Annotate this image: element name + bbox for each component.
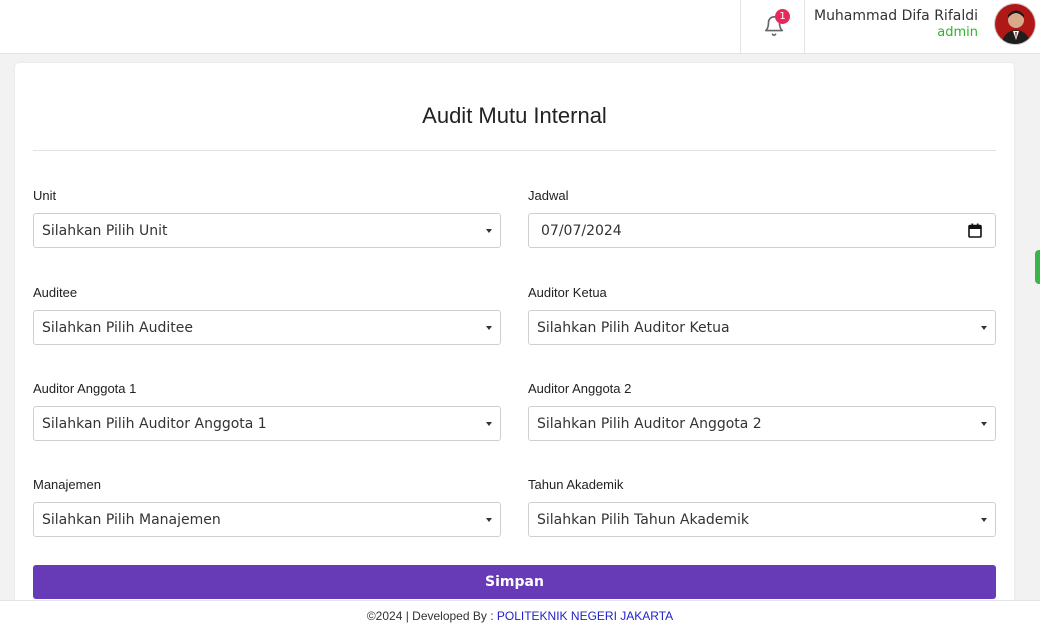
auditee-select[interactable]: Silahkan Pilih Auditee (33, 310, 501, 345)
chevron-down-icon (981, 326, 987, 330)
chevron-down-icon (486, 229, 492, 233)
chevron-down-icon (981, 422, 987, 426)
avatar-image (995, 4, 1035, 44)
chevron-down-icon (981, 518, 987, 522)
user-avatar[interactable] (994, 3, 1036, 45)
auditor-anggota-2-select[interactable]: Silahkan Pilih Auditor Anggota 2 (528, 406, 996, 441)
chevron-down-icon (486, 326, 492, 330)
jadwal-field: Jadwal 07/07/2024 (528, 188, 996, 248)
manajemen-select-value: Silahkan Pilih Manajemen (42, 512, 221, 528)
footer: ©2024 | Developed By : POLITEKNIK NEGERI… (0, 600, 1040, 626)
auditor-ketua-select-value: Silahkan Pilih Auditor Ketua (537, 320, 730, 336)
auditor-anggota-1-field: Auditor Anggota 1 Silahkan Pilih Auditor… (33, 381, 501, 441)
tahun-akademik-label: Tahun Akademik (528, 477, 624, 492)
simpan-button[interactable]: Simpan (33, 565, 996, 599)
user-name[interactable]: Muhammad Difa Rifaldi (814, 8, 978, 24)
title-divider (33, 150, 996, 151)
tahun-akademik-field: Tahun Akademik Silahkan Pilih Tahun Akad… (528, 477, 996, 537)
top-navbar: 1 Muhammad Difa Rifaldi admin (0, 0, 1040, 54)
auditor-ketua-label: Auditor Ketua (528, 285, 607, 300)
manajemen-label: Manajemen (33, 477, 101, 492)
footer-text: ©2024 | Developed By : (366, 609, 497, 623)
unit-select-value: Silahkan Pilih Unit (42, 223, 168, 239)
notification-button[interactable]: 1 (740, 0, 805, 54)
auditor-ketua-field: Auditor Ketua Silahkan Pilih Auditor Ket… (528, 285, 996, 345)
footer-link[interactable]: POLITEKNIK NEGERI JAKARTA (497, 609, 673, 623)
tahun-akademik-select-value: Silahkan Pilih Tahun Akademik (537, 512, 750, 528)
calendar-icon[interactable] (968, 223, 982, 238)
auditor-anggota-2-select-value: Silahkan Pilih Auditor Anggota 2 (537, 416, 762, 432)
manajemen-field: Manajemen Silahkan Pilih Manajemen (33, 477, 501, 537)
notification-badge: 1 (775, 9, 790, 24)
auditor-ketua-select[interactable]: Silahkan Pilih Auditor Ketua (528, 310, 996, 345)
auditor-anggota-1-label: Auditor Anggota 1 (33, 381, 137, 396)
unit-label: Unit (33, 188, 57, 203)
chevron-down-icon (486, 422, 492, 426)
manajemen-select[interactable]: Silahkan Pilih Manajemen (33, 502, 501, 537)
audit-form-card: Audit Mutu Internal Unit Silahkan Pilih … (15, 63, 1014, 626)
user-role: admin (937, 25, 978, 40)
tahun-akademik-select[interactable]: Silahkan Pilih Tahun Akademik (528, 502, 996, 537)
side-tab[interactable] (1035, 250, 1040, 284)
unit-select[interactable]: Silahkan Pilih Unit (33, 213, 501, 248)
auditee-select-value: Silahkan Pilih Auditee (42, 320, 193, 336)
jadwal-date-input[interactable]: 07/07/2024 (528, 213, 996, 248)
auditor-anggota-1-select[interactable]: Silahkan Pilih Auditor Anggota 1 (33, 406, 501, 441)
jadwal-label: Jadwal (528, 188, 569, 203)
unit-field: Unit Silahkan Pilih Unit (33, 188, 501, 248)
auditor-anggota-1-select-value: Silahkan Pilih Auditor Anggota 1 (42, 416, 267, 432)
page-title: Audit Mutu Internal (422, 103, 607, 128)
auditor-anggota-2-label: Auditor Anggota 2 (528, 381, 632, 396)
auditor-anggota-2-field: Auditor Anggota 2 Silahkan Pilih Auditor… (528, 381, 996, 441)
chevron-down-icon (486, 518, 492, 522)
auditee-label: Auditee (33, 285, 78, 300)
auditee-field: Auditee Silahkan Pilih Auditee (33, 285, 501, 345)
jadwal-date-value: 07/07/2024 (541, 223, 622, 239)
